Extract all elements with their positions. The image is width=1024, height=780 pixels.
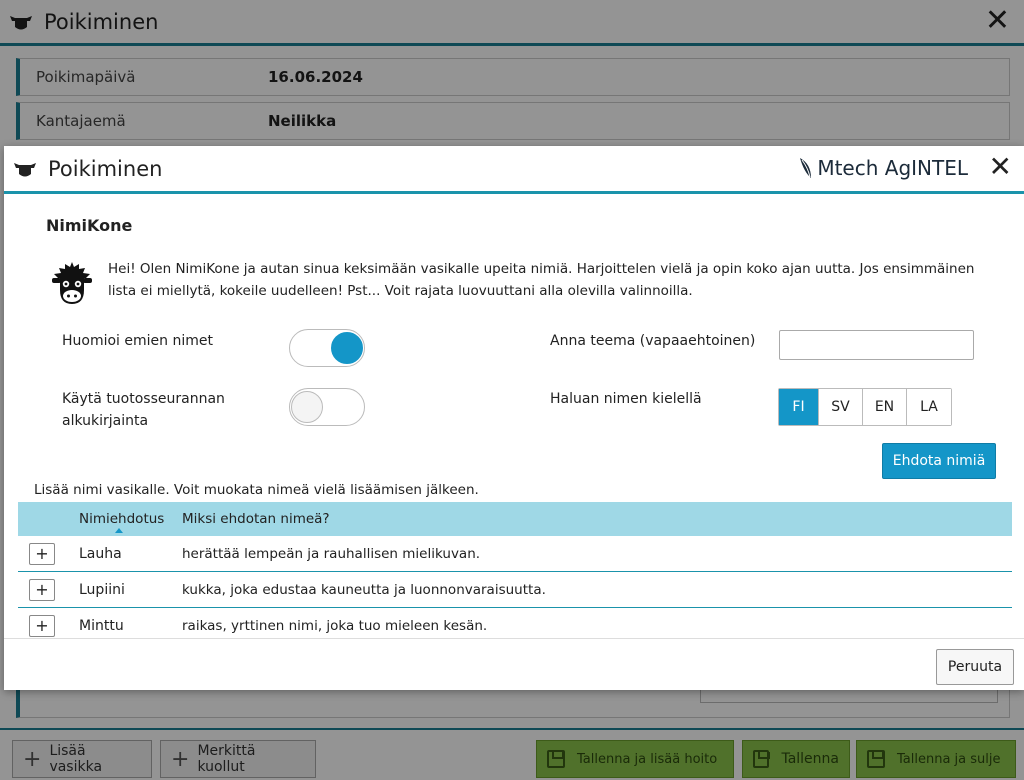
mother-names-toggle[interactable] (289, 329, 365, 367)
add-name-button[interactable]: + (29, 615, 55, 637)
sort-ascending-icon (115, 528, 123, 533)
toggle-knob (291, 391, 323, 423)
dialog-title: Poikiminen (48, 156, 163, 181)
table-row: + Lauha herättää lempeän ja rauhallisen … (18, 536, 1012, 572)
theme-input[interactable] (779, 330, 974, 360)
language-la-button[interactable]: LA (907, 389, 951, 425)
suggestions-table: Nimiehdotus Miksi ehdotan nimeä? + Lauha… (18, 502, 1012, 644)
suggestion-reason: herättää lempeän ja rauhallisen mielikuv… (182, 545, 481, 562)
cancel-button[interactable]: Peruuta (936, 649, 1014, 685)
column-header-name[interactable]: Nimiehdotus (79, 511, 164, 527)
theme-label: Anna teema (vapaaehtoinen) (550, 333, 756, 349)
table-header: Nimiehdotus Miksi ehdotan nimeä? (18, 502, 1012, 536)
language-selector: FI SV EN LA (778, 388, 952, 426)
cow-icon (14, 162, 36, 176)
suggested-name: Lupiini (79, 581, 125, 598)
dialog-footer: Peruuta (4, 638, 1024, 690)
initial-letter-label: Käytä tuotosseurannan alkukirjainta (62, 391, 225, 429)
section-title: NimiKone (46, 216, 133, 235)
cow-bot-icon (52, 262, 92, 304)
dialog-header: Poikiminen Mtech AgINTEL ✕ (4, 146, 1024, 194)
close-icon[interactable]: ✕ (989, 152, 1012, 182)
intro-text: Hei! Olen NimiKone ja autan sinua keksim… (108, 261, 975, 299)
leaf-icon (800, 158, 812, 178)
language-sv-button[interactable]: SV (819, 389, 863, 425)
suggested-name: Minttu (79, 618, 124, 634)
brand-logo: Mtech AgINTEL (799, 156, 968, 180)
language-label: Haluan nimen kielellä (550, 391, 702, 407)
table-row: + Lupiini kukka, joka edustaa kauneutta … (18, 572, 1012, 608)
suggestion-reason: raikas, yrttinen nimi, joka tuo mieleen … (182, 618, 488, 634)
add-name-hint: Lisää nimi vasikalle. Voit muokata nimeä… (34, 482, 479, 498)
add-name-button[interactable]: + (29, 579, 55, 601)
brand-name: Mtech AgINTEL (817, 156, 968, 180)
mother-names-label: Huomioi emien nimet (62, 333, 213, 349)
name-generator-dialog: Poikiminen Mtech AgINTEL ✕ NimiKone Hei!… (4, 146, 1024, 690)
initial-letter-toggle[interactable] (289, 388, 365, 426)
toggle-knob (331, 332, 363, 364)
column-header-reason[interactable]: Miksi ehdotan nimeä? (182, 511, 330, 527)
suggested-name: Lauha (79, 545, 122, 562)
language-fi-button[interactable]: FI (779, 389, 819, 425)
suggestion-reason: kukka, joka edustaa kauneutta ja luonnon… (182, 581, 546, 598)
suggest-names-button[interactable]: Ehdota nimiä (882, 443, 996, 479)
language-en-button[interactable]: EN (863, 389, 907, 425)
add-name-button[interactable]: + (29, 543, 55, 565)
